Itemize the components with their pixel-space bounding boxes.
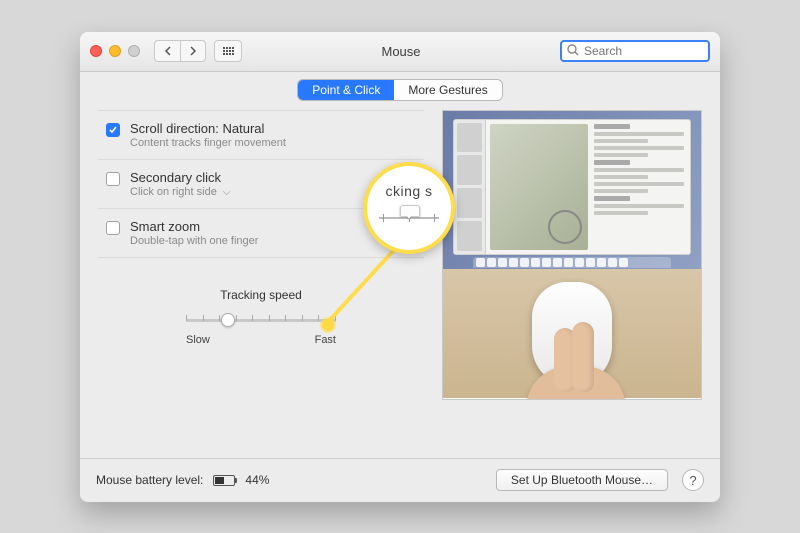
bottom-bar: Mouse battery level: 44% Set Up Bluetoot…	[80, 458, 720, 502]
checkbox-scroll-direction[interactable]	[106, 123, 120, 137]
dropdown-icon[interactable]: ⌵	[223, 187, 231, 198]
option-secondary-click[interactable]: Secondary click Click on right side ⌵	[98, 159, 424, 208]
preview-sidebar	[454, 120, 486, 254]
preview-finger	[572, 322, 594, 392]
checkbox-smart-zoom[interactable]	[106, 221, 120, 235]
bluetooth-setup-button[interactable]: Set Up Bluetooth Mouse…	[496, 469, 668, 491]
option-list: Scroll direction: Natural Content tracks…	[98, 110, 424, 258]
search-input[interactable]	[560, 40, 710, 62]
close-button[interactable]	[90, 45, 102, 57]
segmented-control: Point & Click More Gestures	[298, 80, 501, 100]
window-title: Mouse	[250, 44, 552, 59]
search-container	[560, 40, 710, 62]
preview-video	[442, 110, 702, 400]
preview-mouse	[532, 282, 612, 386]
nav-buttons	[154, 40, 206, 62]
preview-main	[486, 120, 690, 254]
option-subtitle-text: Click on right side	[130, 186, 217, 198]
option-scroll-direction[interactable]: Scroll direction: Natural Content tracks…	[98, 111, 424, 159]
zoom-button[interactable]	[128, 45, 140, 57]
preview-app-window	[453, 119, 691, 255]
search-icon	[566, 43, 580, 57]
tabs: Point & Click More Gestures	[80, 72, 720, 110]
checkbox-secondary-click[interactable]	[106, 172, 120, 186]
tracking-speed-section: Tracking speed Slow Fast	[98, 288, 424, 346]
option-title: Scroll direction: Natural	[130, 121, 286, 136]
preview-screen	[443, 111, 701, 269]
battery-icon	[213, 475, 235, 486]
preview-desk	[443, 269, 701, 399]
back-button[interactable]	[154, 40, 180, 62]
slider-labels: Slow Fast	[186, 334, 336, 346]
tracking-speed-slider[interactable]	[186, 310, 336, 330]
chevron-right-icon	[189, 46, 197, 56]
preview-dock	[473, 257, 671, 268]
tab-point-and-click[interactable]: Point & Click	[298, 80, 394, 100]
tracking-speed-label: Tracking speed	[98, 288, 424, 302]
forward-button[interactable]	[180, 40, 206, 62]
option-text: Smart zoom Double-tap with one finger	[130, 219, 258, 247]
main-content: Scroll direction: Natural Content tracks…	[80, 110, 720, 450]
window-controls	[90, 45, 140, 57]
toolbar: Mouse	[80, 32, 720, 72]
chevron-left-icon	[164, 46, 172, 56]
preview-text	[592, 120, 690, 254]
tab-more-gestures[interactable]: More Gestures	[394, 80, 501, 100]
slider-fast-label: Fast	[315, 334, 336, 346]
option-subtitle: Click on right side ⌵	[130, 186, 230, 198]
option-subtitle: Content tracks finger movement	[130, 137, 286, 149]
option-subtitle: Double-tap with one finger	[130, 235, 258, 247]
minimize-button[interactable]	[109, 45, 121, 57]
preferences-window: Mouse Point & Click More Gestures Scroll…	[80, 32, 720, 502]
slider-slow-label: Slow	[186, 334, 210, 346]
options-panel: Scroll direction: Natural Content tracks…	[98, 110, 424, 450]
help-button[interactable]: ?	[682, 469, 704, 491]
battery-label: Mouse battery level:	[96, 473, 203, 487]
option-text: Secondary click Click on right side ⌵	[130, 170, 230, 198]
check-icon	[108, 125, 118, 135]
grid-icon	[223, 47, 234, 55]
option-text: Scroll direction: Natural Content tracks…	[130, 121, 286, 149]
slider-ticks	[186, 315, 336, 321]
show-all-button[interactable]	[214, 40, 242, 62]
option-smart-zoom[interactable]: Smart zoom Double-tap with one finger	[98, 208, 424, 257]
slider-thumb[interactable]	[221, 313, 235, 327]
option-title: Secondary click	[130, 170, 230, 185]
battery-value: 44%	[245, 473, 269, 487]
preview-image	[490, 124, 588, 250]
option-title: Smart zoom	[130, 219, 258, 234]
